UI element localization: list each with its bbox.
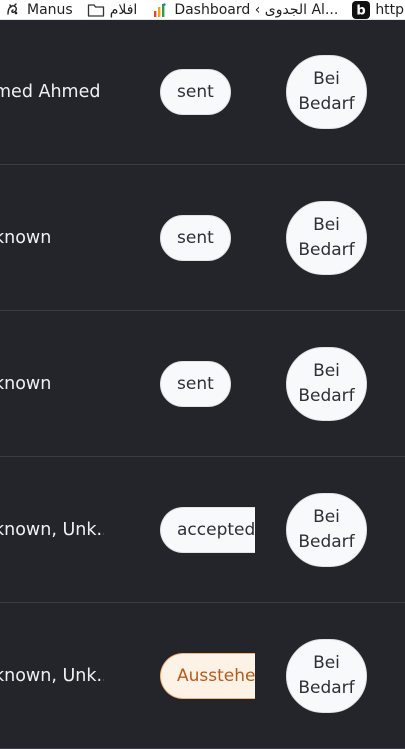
schedule-badge[interactable]: Bei Bedarf xyxy=(286,55,367,129)
schedule-line: Bedarf xyxy=(298,531,355,552)
svg-text:b: b xyxy=(357,3,366,18)
table-row: med Ahmed sent Bei Bedarf xyxy=(0,20,405,165)
row-names: med Ahmed xyxy=(0,82,101,102)
row-names: known xyxy=(0,227,52,248)
bookmark-label: http xyxy=(375,1,405,18)
folder-icon xyxy=(87,1,105,19)
schedule-badge[interactable]: Bei Bedarf xyxy=(286,492,367,567)
status-badge-pending[interactable]: Ausstehen xyxy=(160,652,255,699)
b-logo-icon: b xyxy=(352,0,371,19)
schedule-line: Bedarf xyxy=(298,239,355,260)
status-badge[interactable]: accepted xyxy=(160,506,255,553)
schedule-line: Bei xyxy=(313,69,340,89)
schedule-line: Bedarf xyxy=(298,94,355,114)
schedule-line: Bei xyxy=(313,214,340,235)
schedule-line: Bedarf xyxy=(298,677,355,698)
bookmark-http[interactable]: b http xyxy=(352,0,405,19)
bookmark-aflam[interactable]: افلام xyxy=(87,0,138,19)
schedule-line: Bedarf xyxy=(298,385,355,406)
schedule-line: Bei xyxy=(313,652,340,673)
status-badge[interactable]: sent xyxy=(160,69,231,115)
submissions-table: med Ahmed sent BeiBedarf known sent BeiB… xyxy=(0,20,405,749)
row-names: known, Unk... xyxy=(0,519,104,540)
table-row: known sent Bei Bedarf xyxy=(0,311,405,457)
bar-chart-icon xyxy=(151,1,169,19)
bookmark-manus[interactable]: Manus xyxy=(4,0,73,19)
bookmark-dashboard[interactable]: Dashboard ‹ الجدوى Al... xyxy=(151,0,339,19)
status-badge[interactable]: sent xyxy=(160,360,231,407)
schedule-line: Bei xyxy=(313,506,340,527)
schedule-line: Bei xyxy=(313,360,340,381)
schedule-badge[interactable]: Bei Bedarf xyxy=(286,638,367,713)
schedule-badge[interactable]: Bei Bedarf xyxy=(286,346,367,421)
table-row: known sent Bei Bedarf xyxy=(0,165,405,311)
status-badge[interactable]: sent xyxy=(160,214,231,261)
bookmark-label: افلام xyxy=(109,1,138,18)
table-row: known, Unk... Ausstehen Bei Bedarf xyxy=(0,603,405,749)
bookmarks-bar: Manus افلام Dashboard ‹ الجدوى Al... b h… xyxy=(0,0,405,20)
manus-icon xyxy=(4,1,22,19)
bookmark-label: Dashboard ‹ الجدوى Al... xyxy=(174,1,339,18)
row-names: known, Unk... xyxy=(0,665,104,686)
bookmark-label: Manus xyxy=(27,1,73,18)
schedule-badge[interactable]: Bei Bedarf xyxy=(286,200,367,275)
row-names: known xyxy=(0,373,52,394)
table-row: known, Unk... accepted Bei Bedarf xyxy=(0,457,405,603)
